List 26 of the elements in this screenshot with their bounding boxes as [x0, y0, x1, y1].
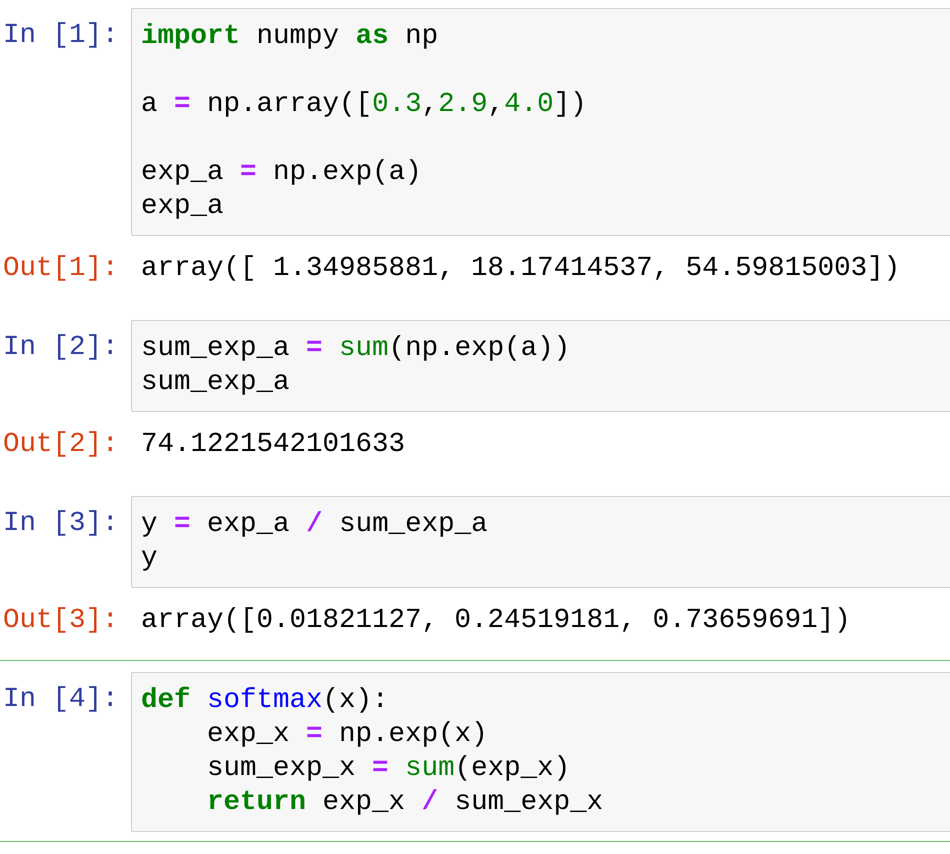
output-prompt: Out[1]: [2, 252, 120, 286]
code-editor[interactable]: import numpy as np a = np.array([0.3,2.9,4.0]) exp_a = np.exp(a) exp_a [131, 8, 950, 236]
code-line: y [141, 542, 159, 576]
code-line: exp_a = np.exp(a) [141, 156, 423, 190]
code-editor[interactable]: sum_exp_a = sum(np.exp(a)) sum_exp_a [131, 320, 950, 412]
input-prompt: In [4]: [2, 683, 120, 717]
code-line: exp_a [141, 190, 225, 224]
output-text: 74.1221542101633 [141, 428, 406, 462]
code-line: sum_exp_a = sum(np.exp(a)) [141, 332, 572, 366]
output-prompt: Out[2]: [2, 428, 120, 462]
code-line: def softmax(x): [141, 684, 390, 718]
code-line: sum_exp_x = sum(exp_x) [206, 752, 572, 786]
code-line: return exp_x / sum_exp_x [206, 786, 604, 820]
output-text: array([0.01821127, 0.24519181, 0.73659691]) [141, 604, 851, 638]
input-prompt: In [1]: [2, 19, 120, 53]
code-line: sum_exp_a [141, 366, 291, 400]
code-line: import numpy as np [141, 20, 440, 54]
code-line: a = np.array([0.3,2.9,4.0]) [141, 88, 588, 122]
code-line: y = exp_a / sum_exp_a [141, 508, 489, 542]
output-text: array([ 1.34985881, 18.17414537, 54.59815003]) [141, 252, 900, 286]
code-line: exp_x = np.exp(x) [206, 718, 489, 752]
output-prompt: Out[3]: [2, 604, 120, 638]
code-editor[interactable]: y = exp_a / sum_exp_a y [131, 496, 950, 588]
input-prompt: In [3]: [2, 507, 120, 541]
code-editor[interactable]: def softmax(x): exp_x = np.exp(x) sum_exp_x = sum(exp_x) return exp_x / sum_exp_x [131, 672, 950, 832]
input-prompt: In [2]: [2, 331, 120, 365]
